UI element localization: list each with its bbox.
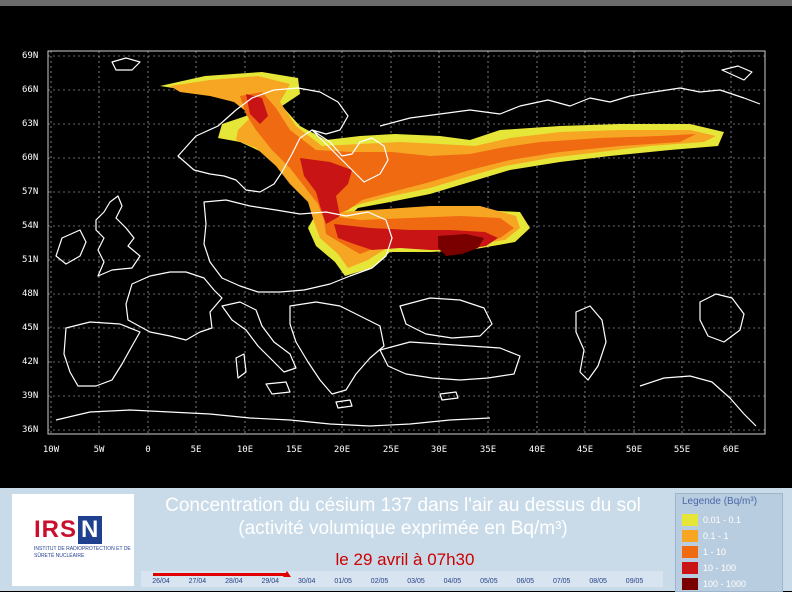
title-line-2: (activité volumique exprimée en Bq/m³) [238, 518, 568, 539]
legend-swatch [682, 578, 698, 590]
map-panel: 69N 66N 63N 60N 57N 54N 51N 48N 45N 42N … [0, 6, 792, 488]
timeline-bar[interactable]: 26/04 27/04 28/04 29/04 30/04 01/05 02/05 03/05… [141, 571, 663, 587]
legend: Legende (Bq/m³) 0.01 - 0.1 0.1 - 1 1 - 1… [675, 493, 783, 592]
lon-label: 10W [42, 445, 60, 455]
lat-label: 48N [22, 289, 39, 299]
lon-label: 60E [722, 445, 740, 455]
lat-label: 39N [22, 391, 39, 401]
info-panel: IRS N Institut de radioprotection et de s… [0, 488, 792, 592]
lon-label: 30E [430, 445, 448, 455]
lon-label: 15E [285, 445, 303, 455]
legend-label: 0.01 - 0.1 [703, 515, 742, 525]
lat-label: 51N [22, 255, 39, 265]
plume-map [47, 50, 766, 435]
legend-label: 100 - 1000 [703, 579, 747, 589]
lat-label: 36N [22, 425, 39, 435]
timeline-date[interactable]: 26/04 [147, 578, 175, 585]
lat-label: 42N [22, 357, 39, 367]
irsn-logo: IRS N Institut de radioprotection et de s… [12, 494, 134, 586]
timeline-date[interactable]: 09/05 [621, 578, 649, 585]
timeline-date[interactable]: 05/05 [475, 578, 503, 585]
lon-label: 50E [625, 445, 643, 455]
lon-label: 10E [236, 445, 254, 455]
lon-label: 40E [528, 445, 546, 455]
legend-label: 1 - 10 [703, 547, 727, 557]
title-line-1: Concentration du césium 137 dans l'air a… [165, 495, 641, 516]
lon-label: 35E [479, 445, 497, 455]
lon-label: 20E [333, 445, 351, 455]
timeline-date[interactable]: 27/04 [183, 578, 211, 585]
lon-label: 55E [673, 445, 691, 455]
legend-swatch [682, 514, 698, 526]
lat-label: 69N [22, 51, 39, 61]
logo-subtitle: Institut de radioprotection et de sûreté… [34, 546, 131, 559]
logo-text: IRS N [34, 516, 103, 544]
lat-label: 66N [22, 85, 39, 95]
timeline-date[interactable]: 29/04 [256, 578, 284, 585]
timeline-date[interactable]: 06/05 [511, 578, 539, 585]
timeline-date[interactable]: 30/04 [293, 578, 321, 585]
timeline-progress [153, 573, 288, 576]
timeline-date[interactable]: 08/05 [584, 578, 612, 585]
timeline-marker-icon[interactable] [283, 571, 292, 577]
timeline-date[interactable]: 03/05 [402, 578, 430, 585]
timeline-dates: 26/04 27/04 28/04 29/04 30/04 01/05 02/05 03/05… [141, 578, 663, 587]
timeline-date[interactable]: 28/04 [220, 578, 248, 585]
lon-label: 5W [93, 445, 105, 455]
lon-label: 45E [576, 445, 594, 455]
lat-label: 45N [22, 323, 39, 333]
lat-label: 54N [22, 221, 39, 231]
legend-swatch [682, 562, 698, 574]
timeline-date[interactable]: 07/05 [548, 578, 576, 585]
timeline-date[interactable]: 04/05 [438, 578, 466, 585]
lon-label: 5E [190, 445, 202, 455]
legend-swatch [682, 546, 698, 558]
legend-swatch [682, 530, 698, 542]
legend-label: 10 - 100 [703, 563, 737, 573]
lat-label: 63N [22, 119, 39, 129]
lat-label: 57N [22, 187, 39, 197]
legend-title: Legende (Bq/m³) [682, 496, 758, 507]
date-time-label: le 29 avril à 07h30 [335, 550, 475, 569]
lon-label: 0 [145, 445, 151, 455]
lon-label: 25E [382, 445, 400, 455]
legend-label: 0.1 - 1 [703, 531, 729, 541]
lat-label: 60N [22, 153, 39, 163]
timeline-date[interactable]: 01/05 [329, 578, 357, 585]
timeline-date[interactable]: 02/05 [366, 578, 394, 585]
